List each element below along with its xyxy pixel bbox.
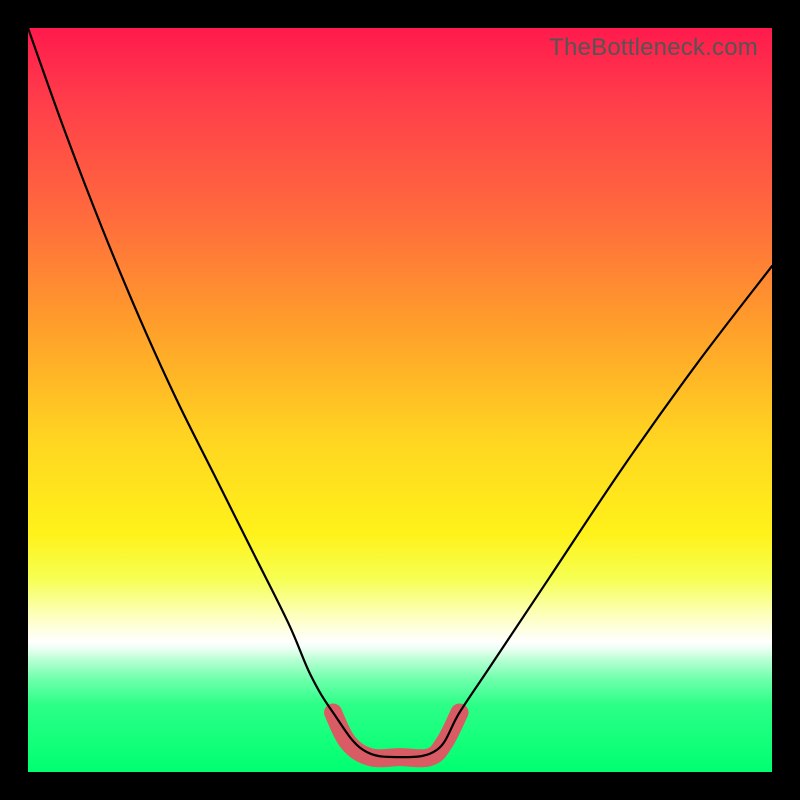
- bottleneck-curve-path: [28, 28, 772, 757]
- chart-plot-area: TheBottleneck.com: [28, 28, 772, 772]
- chart-svg: [28, 28, 772, 772]
- sweet-spot-path: [333, 712, 459, 758]
- chart-frame: TheBottleneck.com: [0, 0, 800, 800]
